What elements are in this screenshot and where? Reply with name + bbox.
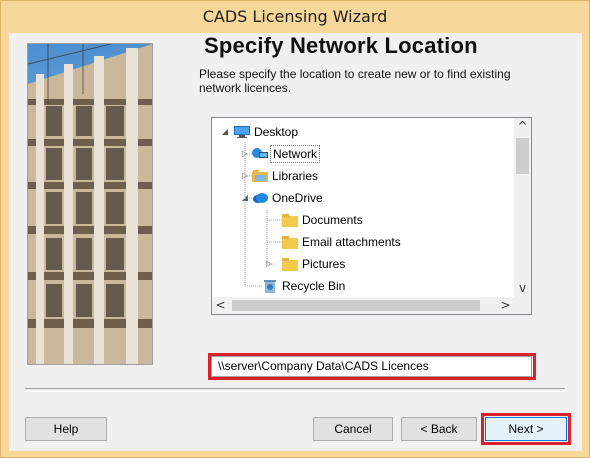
scroll-up-button[interactable]: ^ (514, 118, 531, 135)
scrollbar-corner (514, 297, 531, 314)
scroll-left-button[interactable]: < (212, 297, 229, 314)
page-heading: Specify Network Location (204, 33, 478, 58)
cancel-button[interactable]: Cancel (313, 417, 393, 441)
tree-connector-lines (244, 142, 282, 287)
scroll-right-button[interactable]: > (497, 297, 514, 314)
page-description: Please specify the location to create ne… (199, 67, 511, 95)
scroll-thumb-horizontal[interactable] (232, 300, 480, 311)
window-title: CADS Licensing Wizard (202, 7, 388, 26)
scroll-down-button[interactable]: v (514, 280, 531, 297)
folder-tree[interactable]: ◢ Desktop ▷ Network ▷ Libraries ◢ OneDri… (211, 117, 532, 315)
help-button[interactable]: Help (25, 417, 107, 441)
tree-vertical-scrollbar[interactable]: ^ v (514, 118, 531, 297)
cancel-button-label: Cancel (334, 422, 372, 436)
next-highlight-box (481, 413, 571, 445)
help-button-label: Help (53, 422, 79, 436)
back-button-label: < Back (420, 422, 458, 436)
banner-image (27, 43, 153, 365)
back-button[interactable]: < Back (401, 417, 477, 441)
tree-horizontal-scrollbar[interactable]: < > (212, 297, 514, 314)
wizard-window: CADS Licensing Wizard Specify Network Lo… (0, 0, 590, 458)
scroll-thumb-vertical[interactable] (516, 138, 529, 174)
footer-divider (25, 388, 565, 392)
path-highlight-box (208, 353, 536, 380)
